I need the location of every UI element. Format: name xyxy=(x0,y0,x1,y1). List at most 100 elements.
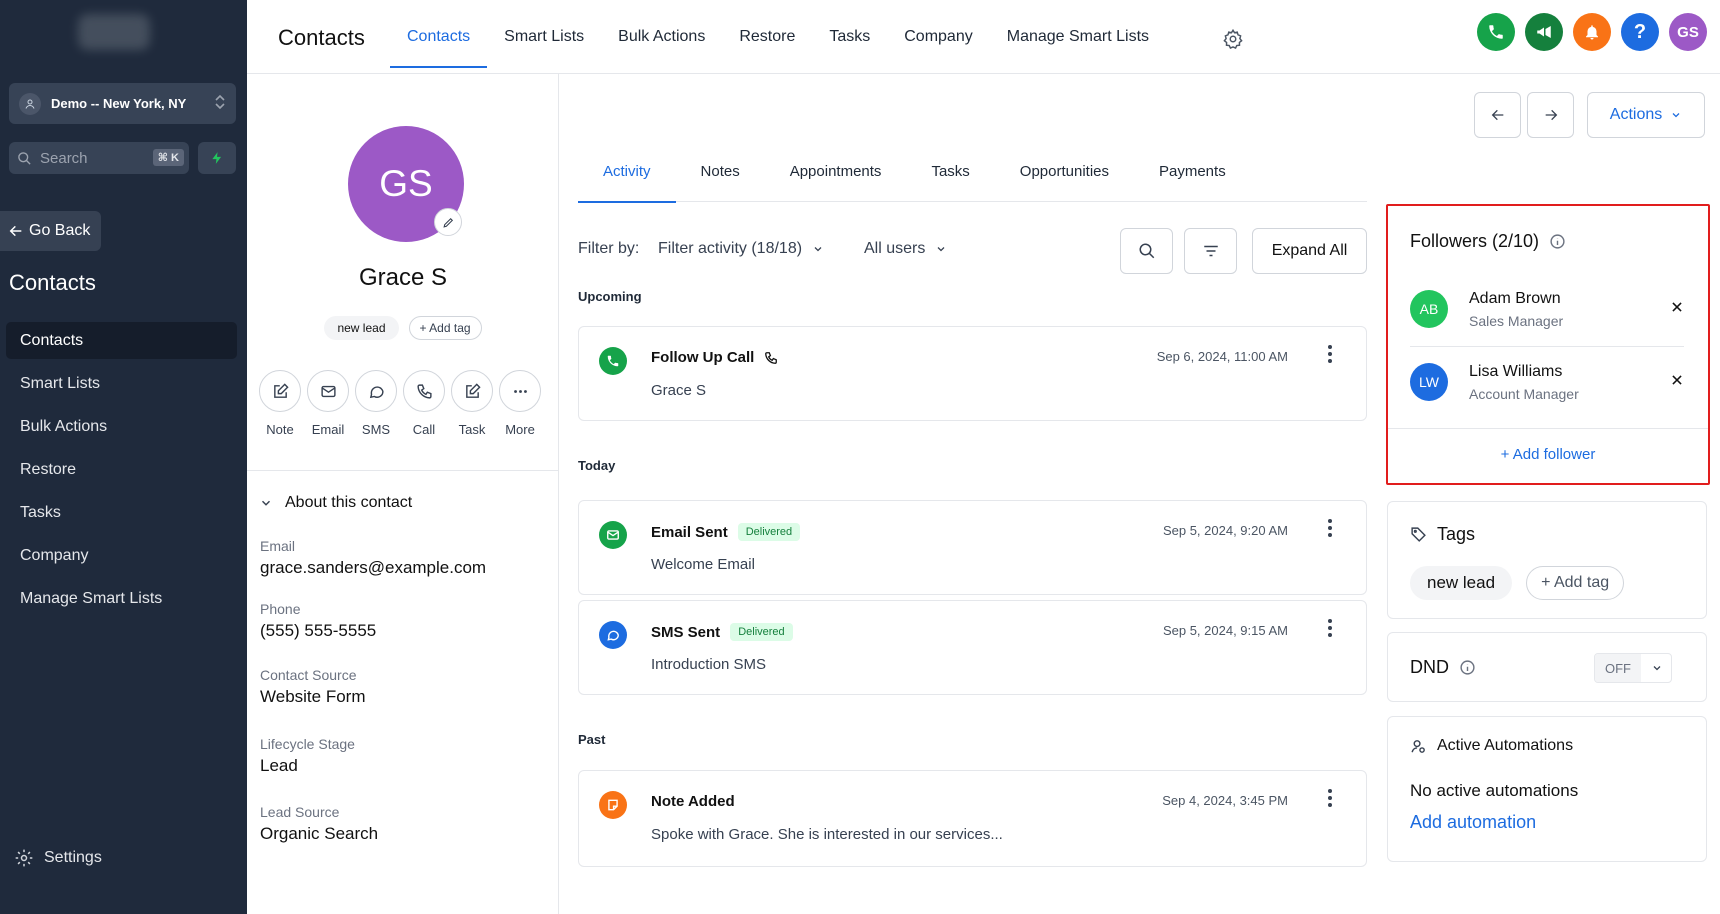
tab-restore[interactable]: Restore xyxy=(722,0,812,74)
more-action-label: More xyxy=(505,422,535,437)
actions-dropdown[interactable]: Actions xyxy=(1587,92,1705,138)
followers-title: Followers (2/10) xyxy=(1410,231,1566,252)
activity-subtitle: Introduction SMS xyxy=(651,656,767,673)
kebab-menu-icon[interactable] xyxy=(1328,789,1332,807)
filter-activity-dropdown[interactable]: Filter activity (18/18) xyxy=(658,240,824,258)
close-icon[interactable] xyxy=(1670,373,1684,387)
automations-title-text: Active Automations xyxy=(1437,737,1574,754)
activity-card[interactable]: Note Added Spoke with Grace. She is inte… xyxy=(578,770,1367,867)
tag-pill[interactable]: new lead xyxy=(1410,566,1513,600)
sms-action-label: SMS xyxy=(361,422,391,437)
activity-search-button[interactable] xyxy=(1120,228,1173,274)
activity-date: Sep 4, 2024, 3:45 PM xyxy=(1162,793,1288,808)
help-button[interactable]: ? xyxy=(1621,13,1659,51)
tab-opportunities[interactable]: Opportunities xyxy=(995,140,1134,202)
field-label: Phone xyxy=(260,601,301,617)
tab-notes[interactable]: Notes xyxy=(676,140,765,202)
chat-icon xyxy=(599,621,627,649)
tags-list: new lead + Add tag xyxy=(1410,566,1625,600)
dnd-select[interactable]: OFF xyxy=(1594,653,1672,683)
activity-filter-button[interactable] xyxy=(1184,228,1237,274)
task-action[interactable]: Task xyxy=(451,370,493,437)
status-badge: Delivered xyxy=(730,623,793,641)
close-icon[interactable] xyxy=(1670,300,1684,314)
contacts-settings-button[interactable] xyxy=(1222,28,1244,55)
phone-icon xyxy=(416,383,432,399)
email-action[interactable]: Email xyxy=(307,370,349,437)
contact-name: Grace S xyxy=(358,264,448,291)
tab-payments[interactable]: Payments xyxy=(1134,140,1251,202)
about-contact-toggle[interactable]: About this contact xyxy=(259,494,412,512)
search-icon xyxy=(1139,243,1154,259)
notifications-button[interactable] xyxy=(1573,13,1611,51)
call-action[interactable]: Call xyxy=(403,370,445,437)
user-avatar[interactable]: GS xyxy=(1669,13,1707,51)
more-action[interactable]: More xyxy=(499,370,541,437)
arrow-right-icon xyxy=(1545,109,1557,121)
field-value: (555) 555-5555 xyxy=(260,621,377,640)
tab-appointments[interactable]: Appointments xyxy=(765,140,907,202)
follower-row: AB Adam Brown Sales Manager xyxy=(1410,272,1684,344)
announcements-button[interactable] xyxy=(1525,13,1563,51)
megaphone-icon xyxy=(1537,26,1551,38)
dnd-panel: DND OFF xyxy=(1387,632,1707,702)
tab-smart-lists[interactable]: Smart Lists xyxy=(487,0,601,74)
expand-all-button[interactable]: Expand All xyxy=(1252,228,1367,274)
sidebar-search[interactable]: Search ⌘ K xyxy=(9,142,189,174)
task-action-label: Task xyxy=(458,422,486,437)
go-back-button[interactable]: Go Back xyxy=(0,211,101,251)
tab-company[interactable]: Company xyxy=(887,0,989,74)
sidebar-item-bulk-actions[interactable]: Bulk Actions xyxy=(6,408,237,445)
sidebar-item-restore[interactable]: Restore xyxy=(6,451,237,488)
add-follower-button[interactable]: + Add follower xyxy=(1388,446,1708,463)
field-lifecycle-stage: Lifecycle Stage Lead xyxy=(260,736,355,776)
phone-icon xyxy=(599,347,627,375)
follower-name: Lisa Williams xyxy=(1469,363,1563,380)
sidebar-item-contacts[interactable]: Contacts xyxy=(6,322,237,359)
search-shortcut: ⌘ K xyxy=(152,149,184,166)
field-value: grace.sanders@example.com xyxy=(260,558,487,577)
previous-contact-button[interactable] xyxy=(1474,92,1521,138)
activity-title-text: SMS Sent xyxy=(651,623,721,641)
filter-activity-value: Filter activity (18/18) xyxy=(658,240,803,257)
filter-users-dropdown[interactable]: All users xyxy=(864,240,947,258)
activity-card[interactable]: Email Sent Delivered Welcome Email Sep 5… xyxy=(578,500,1367,595)
tag-pill[interactable]: new lead xyxy=(324,316,399,340)
tab-manage-smart-lists[interactable]: Manage Smart Lists xyxy=(990,0,1166,74)
kebab-menu-icon[interactable] xyxy=(1328,519,1332,537)
tab-tasks[interactable]: Tasks xyxy=(906,140,994,202)
location-switcher[interactable]: Demo -- New York, NY xyxy=(9,83,236,124)
activity-card[interactable]: SMS Sent Delivered Introduction SMS Sep … xyxy=(578,600,1367,695)
sms-action[interactable]: SMS xyxy=(355,370,397,437)
add-tag-button[interactable]: + Add tag xyxy=(408,316,482,340)
gear-icon xyxy=(15,849,33,867)
sidebar-section-title: Contacts xyxy=(9,270,96,295)
note-action[interactable]: Note xyxy=(259,370,301,437)
sidebar-item-manage-smart-lists[interactable]: Manage Smart Lists xyxy=(6,580,237,617)
field-label: Email xyxy=(260,538,296,554)
activity-date: Sep 6, 2024, 11:00 AM xyxy=(1156,349,1288,364)
phone-icon xyxy=(765,351,778,364)
sidebar-item-smart-lists[interactable]: Smart Lists xyxy=(6,365,237,402)
arrow-left-icon xyxy=(9,225,22,237)
tab-contacts[interactable]: Contacts xyxy=(390,0,488,74)
top-bar: Contacts Contacts Smart Lists Bulk Actio… xyxy=(247,0,1720,74)
kebab-menu-icon[interactable] xyxy=(1328,619,1332,637)
add-tag-button[interactable]: + Add tag xyxy=(1526,566,1625,600)
sidebar-item-tasks[interactable]: Tasks xyxy=(6,494,237,531)
tab-activity[interactable]: Activity xyxy=(578,140,676,203)
activity-card[interactable]: Follow Up Call Grace S Sep 6, 2024, 11:0… xyxy=(578,326,1367,421)
kebab-menu-icon[interactable] xyxy=(1328,345,1332,363)
sidebar-item-company[interactable]: Company xyxy=(6,537,237,574)
next-contact-button[interactable] xyxy=(1527,92,1574,138)
quick-actions-button[interactable] xyxy=(198,142,236,174)
tab-tasks[interactable]: Tasks xyxy=(812,0,887,74)
divider xyxy=(1388,428,1708,429)
field-value: Website Form xyxy=(260,687,366,706)
phone-button[interactable] xyxy=(1477,13,1515,51)
settings-link[interactable]: Settings xyxy=(14,848,102,868)
tab-bulk-actions[interactable]: Bulk Actions xyxy=(601,0,722,74)
add-automation-link[interactable]: Add automation xyxy=(1410,812,1536,833)
activity-title: Follow Up Call xyxy=(651,349,778,366)
edit-avatar-button[interactable] xyxy=(434,208,462,236)
